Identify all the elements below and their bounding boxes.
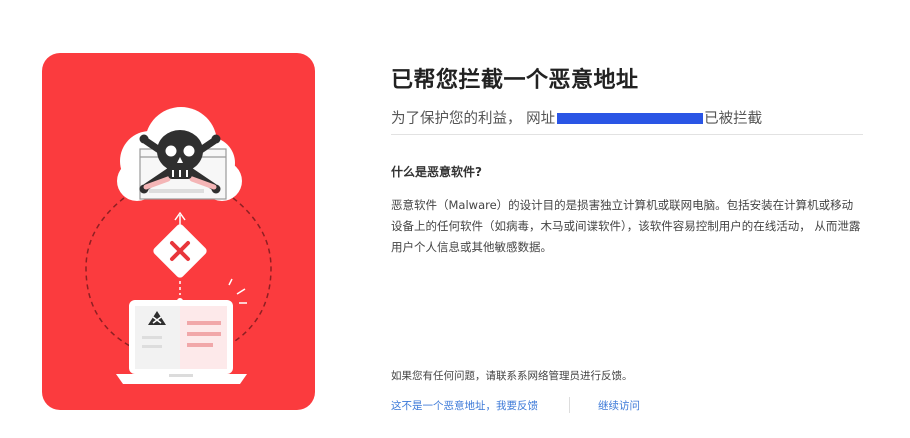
link-separator (569, 397, 570, 413)
report-false-positive-link[interactable]: 这不是一个恶意地址，我要反馈 (391, 398, 538, 413)
warning-content: 已帮您拦截一个恶意地址 为了保护您的利益， 网址 已被拦截 什么是恶意软件? 恶… (391, 0, 863, 438)
continue-visit-link[interactable]: 继续访问 (598, 398, 640, 413)
malware-warning-illustration (42, 53, 315, 410)
section-heading: 什么是恶意软件? (391, 165, 482, 179)
blocked-url-message: 为了保护您的利益， 网址 已被拦截 (391, 107, 762, 128)
divider (391, 134, 863, 135)
redacted-url (557, 113, 704, 124)
subtitle-prefix: 为了保护您的利益， 网址 (391, 111, 556, 127)
action-links: 这不是一个恶意地址，我要反馈 继续访问 (391, 396, 640, 414)
x-mark-icon (153, 224, 207, 278)
laptop-icon (116, 300, 247, 384)
malware-description: 恶意软件（Malware）的设计目的是损害独立计算机或联网电脑。包括安装在计算机… (391, 198, 861, 254)
contact-admin-text: 如果您有任何问题，请联系系网络管理员进行反馈。 (391, 370, 633, 382)
page-title: 已帮您拦截一个恶意地址 (391, 68, 639, 93)
subtitle-suffix: 已被拦截 (704, 111, 763, 127)
